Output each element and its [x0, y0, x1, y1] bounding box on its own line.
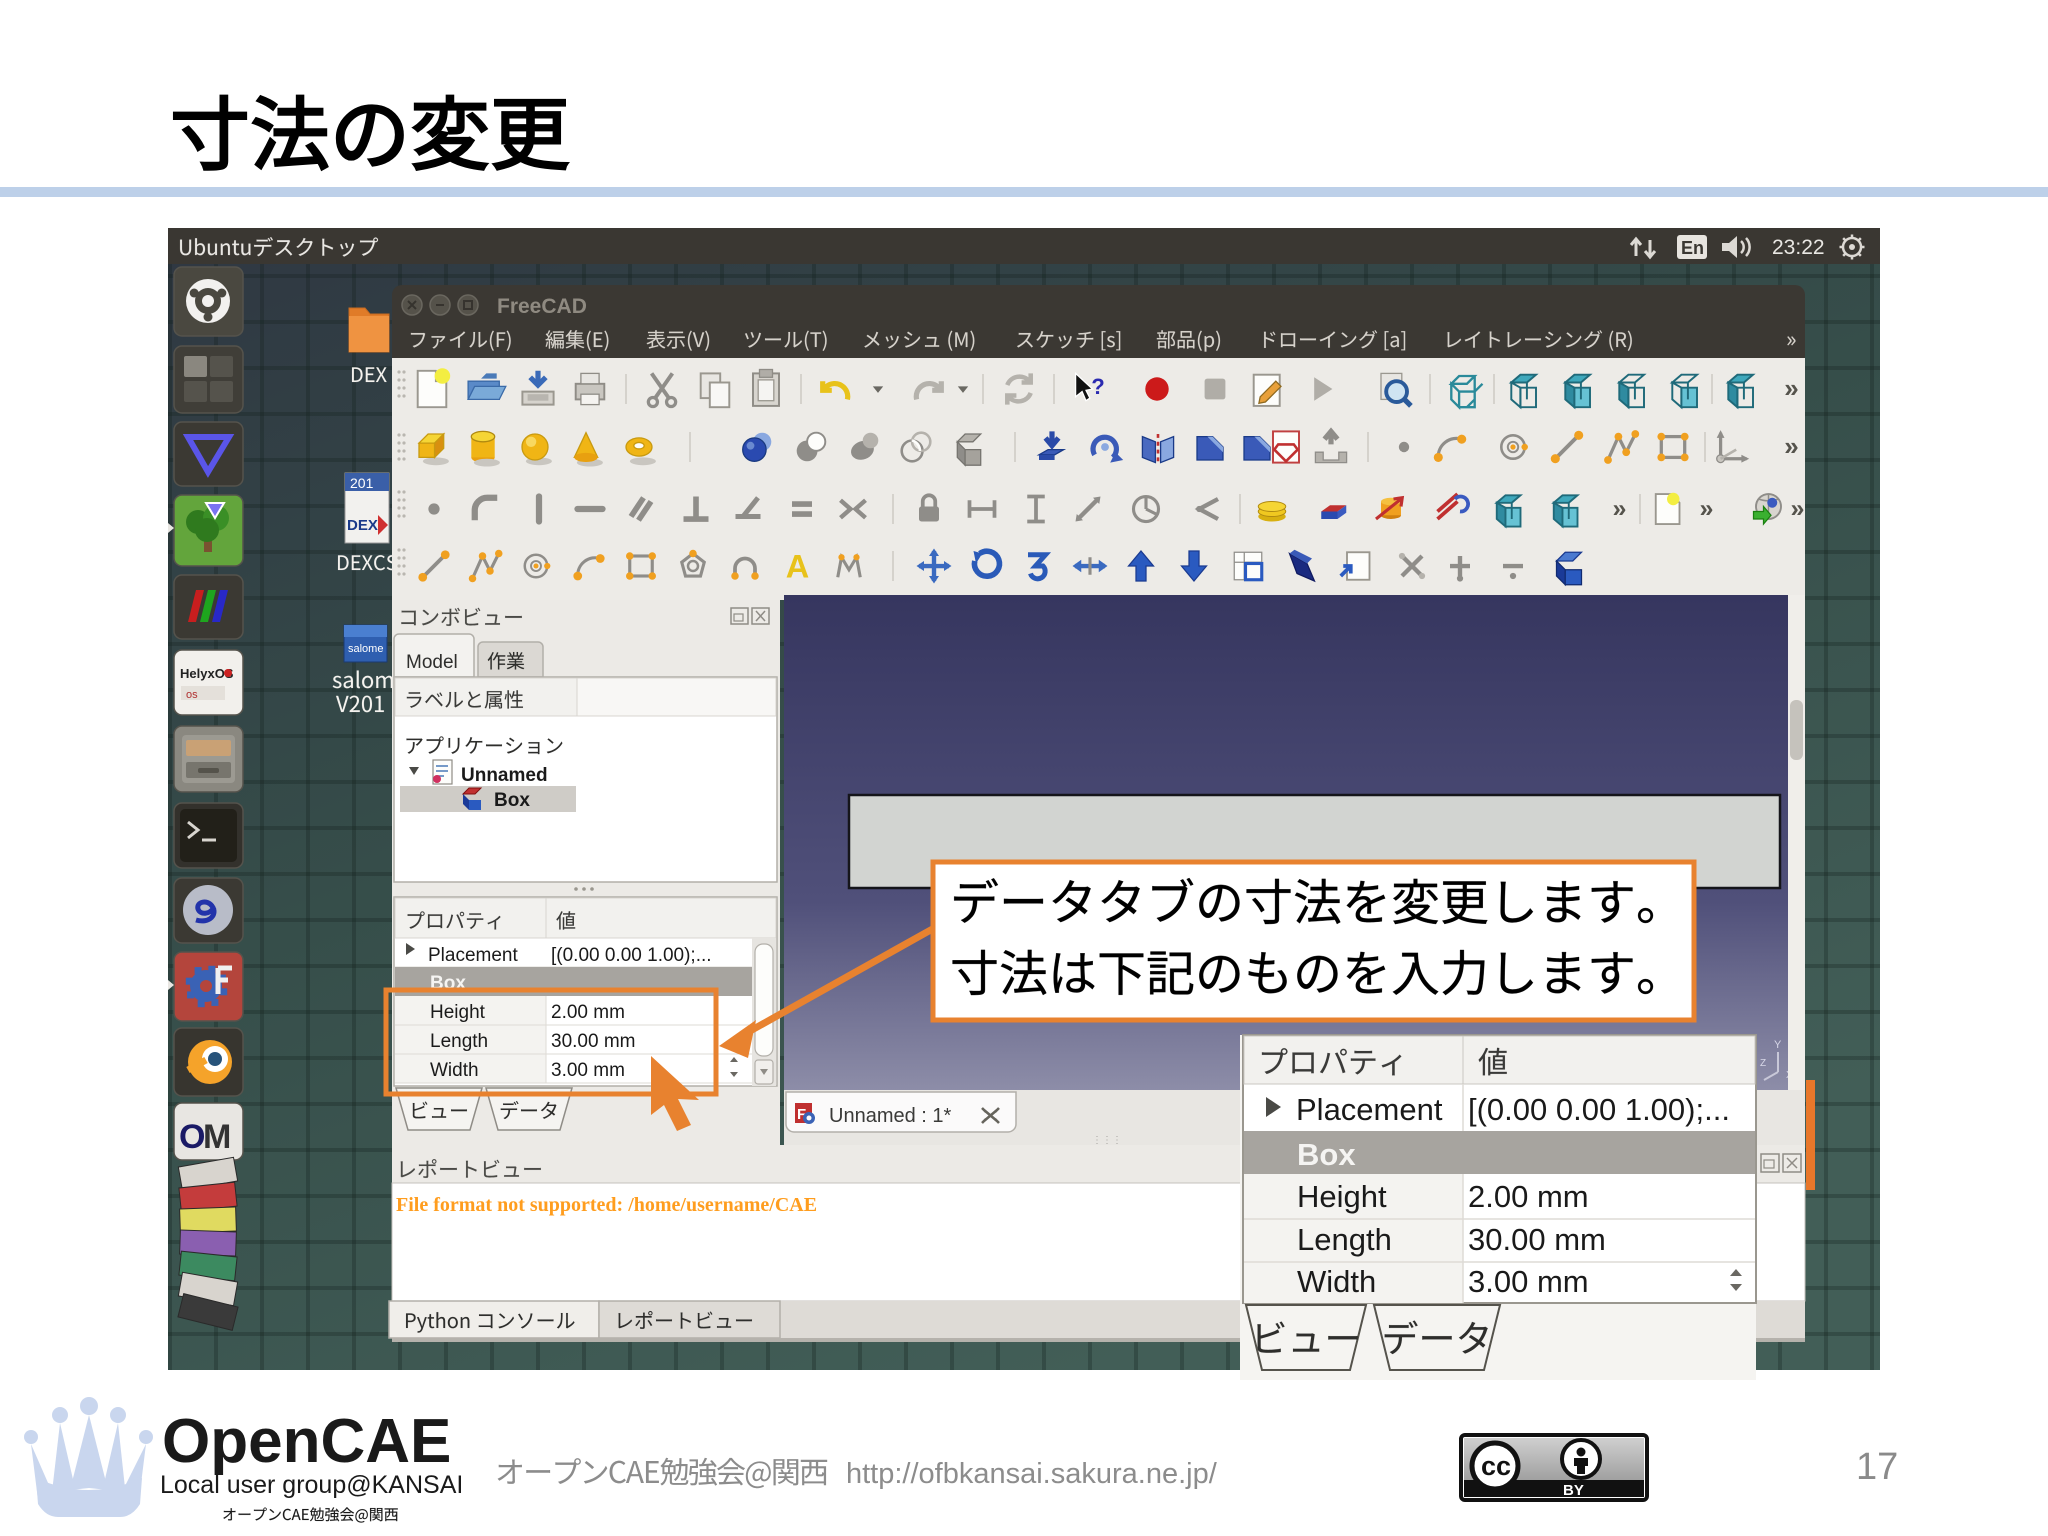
- svg-text:Width: Width: [430, 1060, 479, 1081]
- svg-text:23:22: 23:22: [1772, 236, 1825, 259]
- svg-text:A: A: [786, 548, 809, 584]
- svg-text:OpenCAE: OpenCAE: [162, 1407, 451, 1476]
- svg-text:3.00 mm: 3.00 mm: [551, 1060, 625, 1081]
- svg-text:?: ?: [1091, 374, 1105, 399]
- svg-text:FreeCAD: FreeCAD: [497, 295, 587, 318]
- svg-text:Unnamed: Unnamed: [461, 765, 548, 786]
- svg-text:BY: BY: [1563, 1482, 1584, 1499]
- svg-text:17: 17: [1856, 1446, 1898, 1488]
- svg-text:M: M: [203, 1118, 231, 1156]
- svg-text:Placement: Placement: [1296, 1092, 1443, 1127]
- svg-text:File format not supported: /ho: File format not supported: /home/usernam…: [396, 1194, 817, 1216]
- svg-text:⋮⋮⋮: ⋮⋮⋮: [1092, 1135, 1122, 1146]
- svg-text:201: 201: [350, 475, 374, 491]
- svg-text:30.00 mm: 30.00 mm: [551, 1031, 635, 1052]
- svg-text:salome: salome: [348, 643, 383, 655]
- svg-text:http://ofbkansai.sakura.ne.jp/: http://ofbkansai.sakura.ne.jp/: [846, 1458, 1218, 1490]
- svg-text:os: os: [186, 689, 198, 701]
- svg-text:Local user group@KANSAI: Local user group@KANSAI: [160, 1471, 463, 1499]
- svg-text:Height: Height: [1297, 1179, 1387, 1214]
- svg-text:Z: Z: [1760, 1058, 1766, 1069]
- svg-text:Height: Height: [430, 1002, 486, 1023]
- svg-text:Model: Model: [406, 652, 458, 673]
- svg-text:DEX: DEX: [347, 517, 378, 534]
- svg-text:Length: Length: [1297, 1222, 1392, 1257]
- svg-text:»: »: [1784, 373, 1798, 403]
- svg-text:30.00 mm: 30.00 mm: [1468, 1222, 1606, 1257]
- svg-text:O: O: [179, 1118, 205, 1156]
- svg-text:Box: Box: [494, 790, 530, 811]
- svg-text:Box: Box: [1297, 1137, 1356, 1172]
- svg-text:Placement: Placement: [428, 945, 518, 966]
- svg-text:»: »: [1791, 495, 1805, 523]
- svg-text:cc: cc: [1481, 1451, 1511, 1481]
- svg-text:[(0.00 0.00 1.00);...: [(0.00 0.00 1.00);...: [551, 945, 712, 966]
- svg-text:»: »: [1613, 495, 1627, 523]
- svg-text:3.00 mm: 3.00 mm: [1468, 1264, 1589, 1299]
- svg-text:Unnamed : 1*: Unnamed : 1*: [829, 1105, 952, 1127]
- svg-text:Width: Width: [1297, 1264, 1376, 1299]
- svg-text:2.00 mm: 2.00 mm: [551, 1002, 625, 1023]
- svg-text:»: »: [1700, 495, 1714, 523]
- svg-text:[(0.00 0.00 1.00);...: [(0.00 0.00 1.00);...: [1468, 1092, 1730, 1127]
- svg-text:»: »: [1784, 431, 1798, 461]
- svg-text:En: En: [1681, 238, 1704, 258]
- svg-text:Y: Y: [1774, 1039, 1782, 1051]
- svg-text:Length: Length: [430, 1031, 488, 1052]
- svg-text:2.00 mm: 2.00 mm: [1468, 1179, 1589, 1214]
